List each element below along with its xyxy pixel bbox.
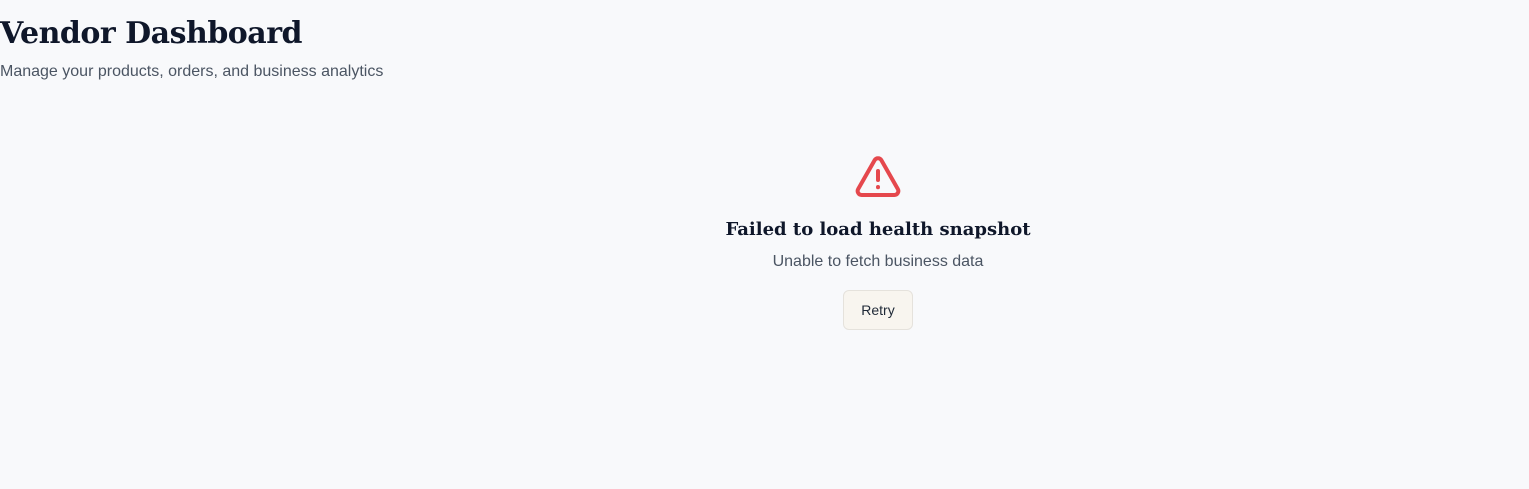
retry-button[interactable]: Retry [843,290,913,330]
page-header: Vendor Dashboard Manage your products, o… [0,14,383,83]
vendor-dashboard-page: Vendor Dashboard Manage your products, o… [0,0,1529,489]
page-subtitle: Manage your products, orders, and busine… [0,63,384,80]
error-state: Failed to load health snapshot Unable to… [678,154,1078,330]
page-title: Vendor Dashboard [0,16,303,51]
warning-triangle-icon [855,156,901,198]
error-title: Failed to load health snapshot [725,219,1031,240]
error-message: Unable to fetch business data [772,253,984,270]
